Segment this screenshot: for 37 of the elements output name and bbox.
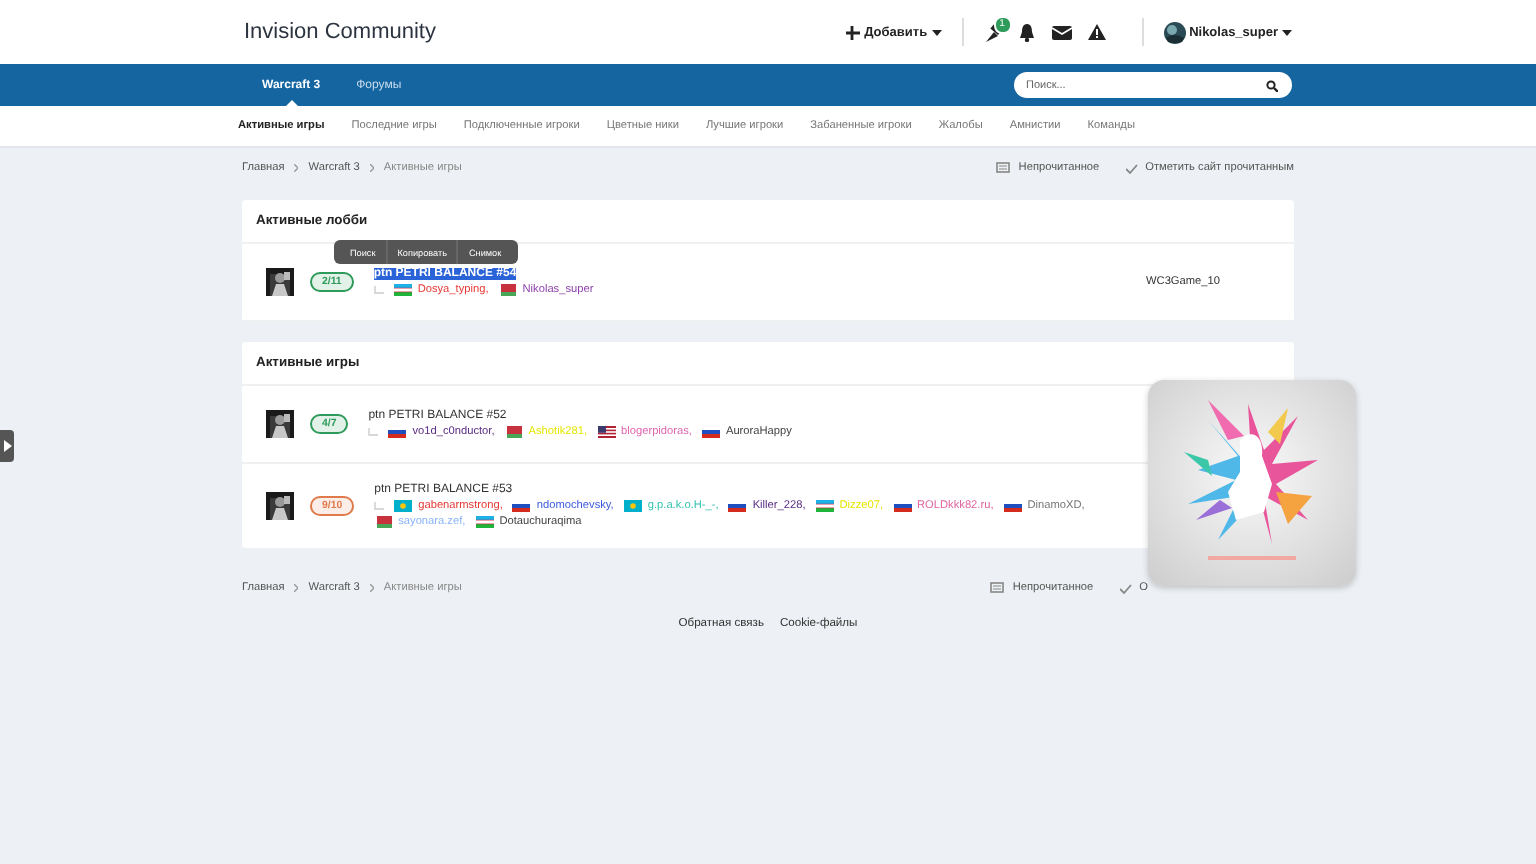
search-icon xyxy=(1266,79,1278,91)
panel-toggle-button[interactable] xyxy=(0,430,14,462)
chevron-icon xyxy=(369,164,374,172)
chevron-icon xyxy=(294,164,299,172)
tree-connector-icon xyxy=(368,428,379,436)
chevron-icon xyxy=(369,584,374,592)
bell-icon xyxy=(1017,23,1036,41)
flag-icon xyxy=(815,500,834,512)
caret-icon xyxy=(1282,29,1292,35)
warning-icon xyxy=(1087,24,1106,40)
caret-icon xyxy=(3,440,11,452)
flag-icon xyxy=(374,516,393,528)
flag-icon xyxy=(728,500,747,512)
flag-icon xyxy=(394,500,413,512)
flag-icon xyxy=(388,426,407,438)
flag-icon xyxy=(893,500,912,512)
caret-icon xyxy=(931,29,942,35)
check-icon xyxy=(1119,583,1132,593)
flag-icon xyxy=(498,284,517,296)
tree-connector-icon xyxy=(373,286,384,294)
flag-icon xyxy=(475,516,494,528)
document-icon xyxy=(996,162,1011,174)
flag-icon xyxy=(623,500,642,512)
flag-icon xyxy=(597,426,616,438)
plus-icon xyxy=(846,25,861,39)
site-title: Invision Community xyxy=(244,20,438,44)
chevron-icon xyxy=(294,584,299,592)
flag-icon xyxy=(512,500,531,512)
flag-icon xyxy=(504,426,523,438)
flag-icon xyxy=(393,284,412,296)
flag-icon xyxy=(1003,500,1022,512)
flag-icon xyxy=(701,426,720,438)
envelope-icon xyxy=(1051,25,1072,39)
avatar-icon xyxy=(1163,21,1186,43)
tree-connector-icon xyxy=(374,502,385,510)
check-icon xyxy=(1125,163,1138,173)
document-icon xyxy=(990,582,1005,594)
